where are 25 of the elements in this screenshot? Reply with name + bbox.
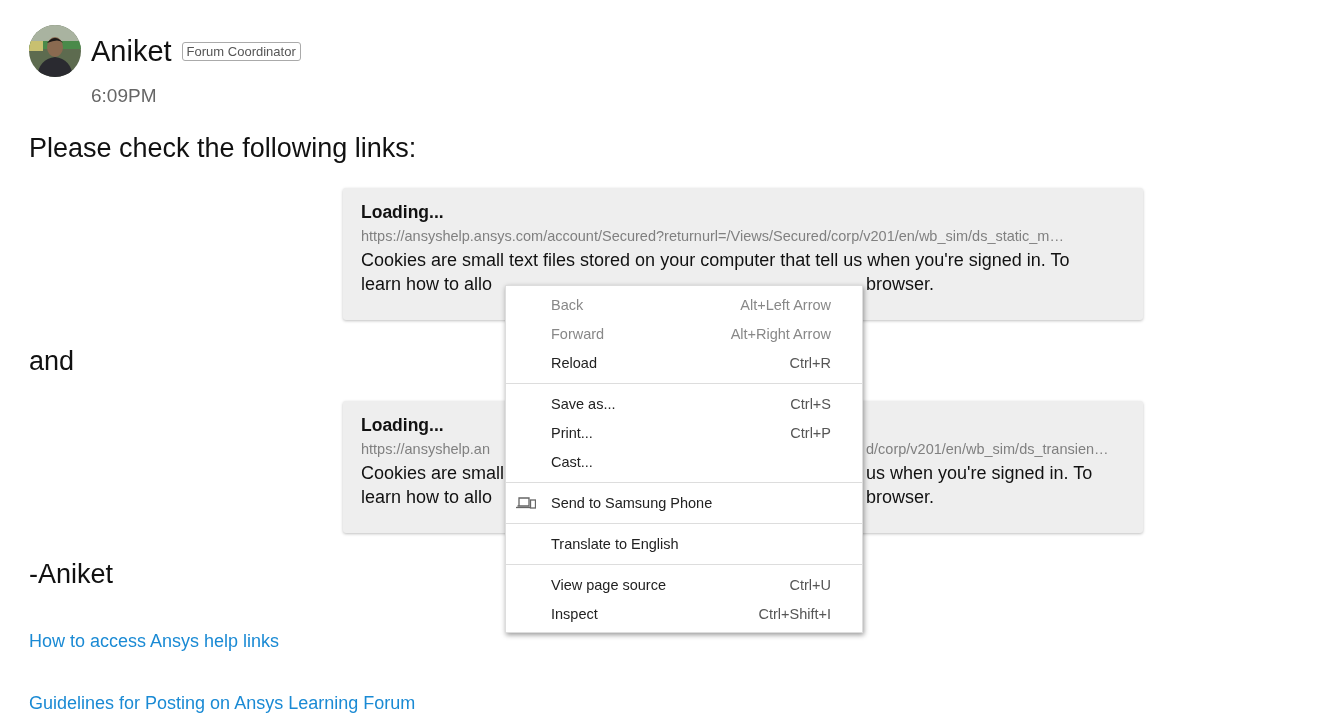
post-time: 6:09PM: [91, 85, 158, 107]
preview-url: https://ansyshelp.an: [361, 441, 490, 459]
shortcut-text: Ctrl+Shift+I: [758, 605, 831, 622]
message-text: and: [29, 346, 75, 377]
preview-description: browser.: [866, 487, 935, 509]
author-name: Aniket: [91, 34, 172, 68]
message-text: Please check the following links:: [29, 133, 417, 164]
preview-url: d/corp/v201/en/wb_sim/ds_transien…: [866, 441, 1109, 459]
shortcut-text: Ctrl+S: [790, 395, 831, 412]
preview-url: https://ansyshelp.ansys.com/account/Secured?returnurl=/Views/Secured/corp/v201/en/wb_sim/ds_static_m…: [361, 228, 1064, 246]
preview-description: browser.: [866, 274, 935, 296]
preview-description: Cookies are small text files stored on your computer that tell us when you're signed in. To: [361, 250, 1070, 272]
shortcut-text: Alt+Right Arrow: [730, 325, 831, 342]
role-badge: Forum Coordinator: [181, 41, 301, 61]
shortcut-text: Ctrl+P: [790, 424, 831, 441]
message-text: -Aniket: [29, 559, 114, 590]
shortcut-text: Alt+Left Arrow: [740, 296, 831, 313]
preview-description: learn how to allo: [361, 274, 493, 296]
shortcut-text: Ctrl+U: [789, 576, 831, 593]
preview-description: Cookies are small: [361, 463, 505, 485]
preview-title: Loading...: [361, 415, 444, 436]
preview-description: learn how to allo: [361, 487, 493, 509]
preview-description: us when you're signed in. To: [866, 463, 1093, 485]
shortcut-text: Ctrl+R: [789, 354, 831, 371]
preview-title: Loading...: [361, 202, 444, 223]
